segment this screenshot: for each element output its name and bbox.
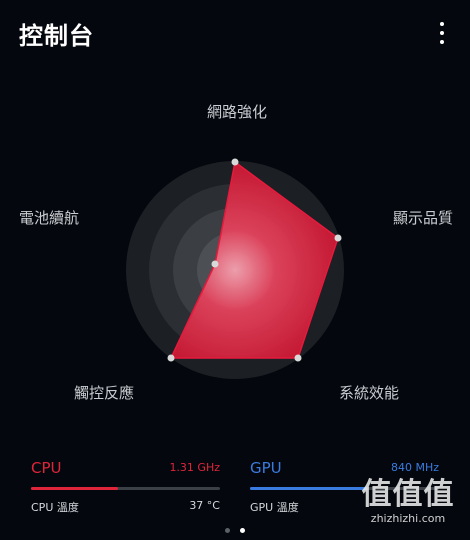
- cpu-stat-card: CPU 1.31 GHz CPU 溫度 37 °C: [31, 455, 231, 514]
- radar-point-touch: [167, 354, 175, 362]
- radar-point-display: [334, 234, 342, 242]
- page-dot[interactable]: [225, 528, 230, 533]
- cpu-usage-bar: [31, 487, 220, 490]
- watermark-logo: 值值值 zhizhizhi.com: [350, 478, 466, 526]
- page-dot-active[interactable]: [240, 528, 245, 533]
- gpu-temperature-label: GPU 溫度: [250, 501, 299, 514]
- radar-point-system: [294, 354, 302, 362]
- radar-label-network: 網路強化: [207, 103, 268, 121]
- gpu-frequency: 840 MHz: [390, 461, 439, 474]
- cpu-label: CPU: [31, 459, 62, 477]
- watermark-text: 值值值: [361, 477, 455, 512]
- cpu-temperature-label: CPU 溫度: [31, 501, 79, 514]
- gpu-label: GPU: [250, 459, 282, 477]
- cpu-usage-fill: [31, 487, 118, 490]
- radar-label-system: 系統效能: [339, 384, 400, 402]
- radar-point-battery: [211, 260, 219, 268]
- gpu-stat-card: GPU 840 MHz GPU 溫度: [250, 455, 450, 514]
- cpu-temperature-value: 37 °C: [189, 499, 220, 512]
- watermark-url: zhizhizhi.com: [370, 512, 446, 525]
- page-indicator[interactable]: [0, 528, 470, 533]
- radar-point-network: [231, 158, 239, 166]
- cpu-frequency: 1.31 GHz: [169, 461, 220, 474]
- radar-label-battery: 電池續航: [19, 209, 80, 227]
- radar-label-touch: 觸控反應: [74, 384, 135, 402]
- radar-label-display: 顯示品質: [393, 209, 454, 227]
